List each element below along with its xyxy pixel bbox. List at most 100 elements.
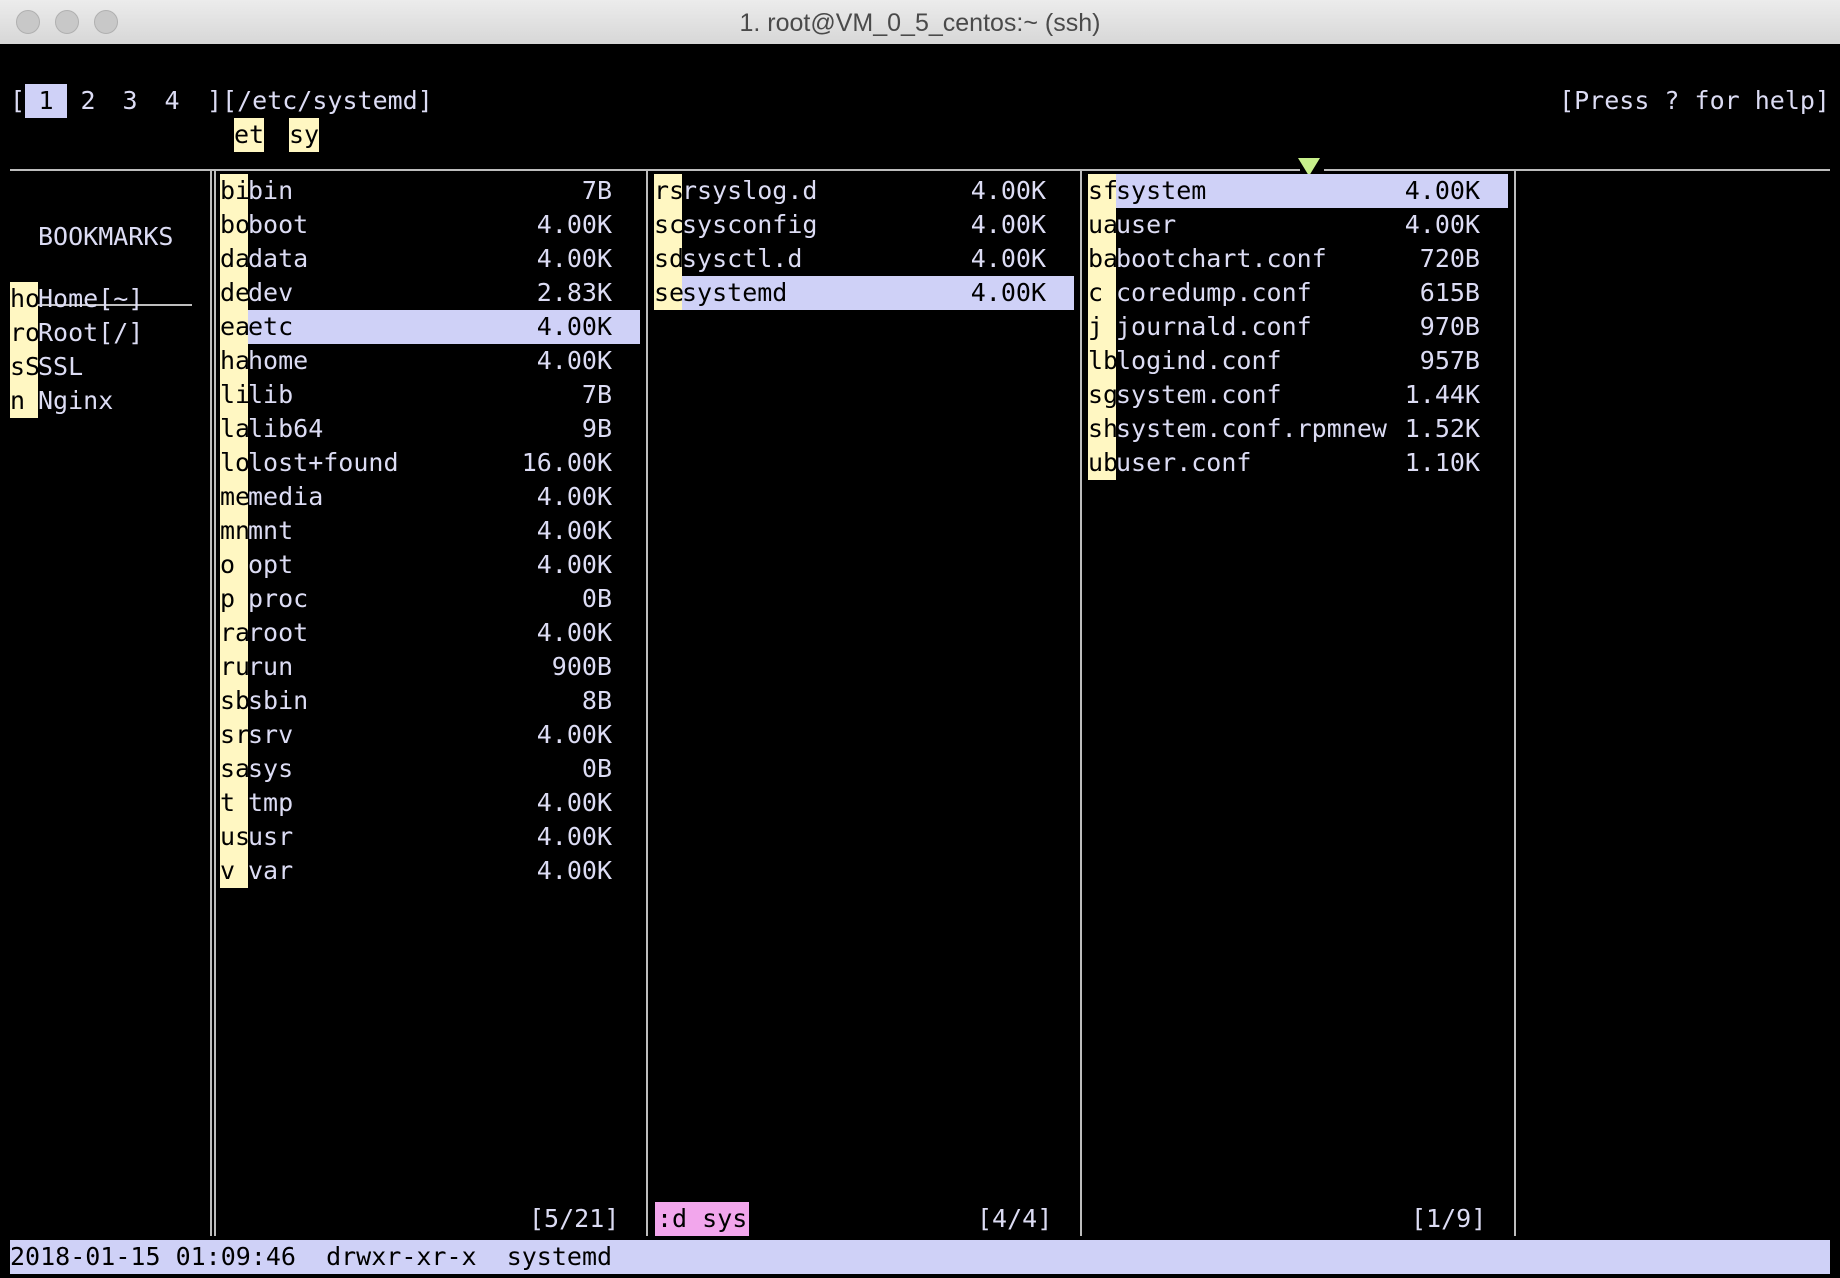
file-row[interactable]: sa sys 0B — [220, 752, 640, 786]
file-row[interactable]: sb sbin 8B — [220, 684, 640, 718]
selected-file-row[interactable]: se systemd 4.00K — [654, 276, 1074, 310]
file-row[interactable]: c coredump.conf 615B — [1088, 276, 1508, 310]
file-key-hint: sh — [1088, 412, 1118, 446]
file-row[interactable]: lb logind.conf 957B — [1088, 344, 1508, 378]
file-key-hint: bo — [220, 208, 250, 242]
file-size: 2.83K — [536, 278, 612, 307]
file-name: usr — [248, 822, 294, 851]
file-name: media — [248, 482, 324, 511]
file-key-hint: ba — [1088, 242, 1118, 276]
current-path: ][/etc/systemd] — [207, 86, 433, 115]
file-row[interactable]: ru run 900B — [220, 650, 640, 684]
file-size: 4.00K — [536, 856, 612, 885]
file-name: coredump.conf — [1116, 278, 1312, 307]
file-row[interactable]: o opt 4.00K — [220, 548, 640, 582]
file-size: 1.52K — [1404, 414, 1480, 443]
bookmark-label: Home[~] — [38, 284, 144, 313]
file-key-hint: sb — [220, 684, 250, 718]
file-row[interactable]: us usr 4.00K — [220, 820, 640, 854]
breadcrumb-hint-etc[interactable]: et — [234, 118, 265, 152]
file-name: sysctl.d — [682, 244, 803, 273]
file-row[interactable]: de dev 2.83K — [220, 276, 640, 310]
file-row[interactable]: sg system.conf 1.44K — [1088, 378, 1508, 412]
column-divider-2 — [646, 170, 648, 1236]
file-size: 7B — [581, 176, 612, 205]
file-name: user — [1116, 210, 1177, 239]
file-name: opt — [248, 550, 294, 579]
tab-4[interactable]: 4 — [151, 84, 193, 118]
bookmark-item[interactable]: n Nginx — [10, 384, 190, 418]
file-name: dev — [248, 278, 294, 307]
tab-2[interactable]: 2 — [67, 84, 109, 118]
file-key-hint: sg — [1088, 378, 1118, 412]
file-key-hint: sc — [654, 208, 684, 242]
window-title: 1. root@VM_0_5_centos:~ (ssh) — [739, 9, 1101, 37]
file-size: 4.00K — [536, 482, 612, 511]
file-size: 4.00K — [536, 788, 612, 817]
file-row[interactable]: me media 4.00K — [220, 480, 640, 514]
file-row[interactable]: li lib 7B — [220, 378, 640, 412]
file-row[interactable]: p proc 0B — [220, 582, 640, 616]
file-row[interactable]: sd sysctl.d 4.00K — [654, 242, 1074, 276]
file-key-hint: se — [654, 276, 684, 310]
selected-file-row[interactable]: sf system 4.00K — [1088, 174, 1508, 208]
file-size: 1.10K — [1404, 448, 1480, 477]
file-row[interactable]: lo lost+found 16.00K — [220, 446, 640, 480]
file-name: rsyslog.d — [682, 176, 818, 205]
file-name: tmp — [248, 788, 294, 817]
bookmark-key-hint: ro — [10, 316, 40, 350]
file-row[interactable]: ha home 4.00K — [220, 344, 640, 378]
file-size: 7B — [581, 380, 612, 409]
bookmark-item[interactable]: ro Root[/] — [10, 316, 190, 350]
file-row[interactable]: da data 4.00K — [220, 242, 640, 276]
file-row[interactable]: sc sysconfig 4.00K — [654, 208, 1074, 242]
file-row[interactable]: bo boot 4.00K — [220, 208, 640, 242]
file-size: 4.00K — [536, 244, 612, 273]
parent-count: [5/21] — [529, 1204, 620, 1233]
file-key-hint: lb — [1088, 344, 1118, 378]
bookmark-label: SSL — [38, 352, 84, 381]
file-row[interactable]: j journald.conf 970B — [1088, 310, 1508, 344]
bookmark-key-hint: ho — [10, 282, 40, 316]
tab-bar: [1 2 3 4 — [10, 84, 193, 118]
bookmark-item[interactable]: sS SSL — [10, 350, 190, 384]
current-count: [4/4] — [977, 1204, 1053, 1233]
file-row[interactable]: ub user.conf 1.10K — [1088, 446, 1508, 480]
selected-file-row[interactable]: ea etc 4.00K — [220, 310, 640, 344]
file-size: 4.00K — [970, 210, 1046, 239]
file-size: 720B — [1419, 244, 1480, 273]
file-size: 1.44K — [1404, 380, 1480, 409]
tab-1[interactable]: 1 — [25, 84, 68, 118]
terminal-content: [1 2 3 4 ][/etc/systemd] [Press ? for help]… — [0, 44, 1840, 1278]
file-name: home — [248, 346, 309, 375]
file-row[interactable]: sh system.conf.rpmnew 1.52K — [1088, 412, 1508, 446]
file-row[interactable]: v var 4.00K — [220, 854, 640, 888]
file-key-hint: sr — [220, 718, 250, 752]
file-size: 4.00K — [1404, 210, 1480, 239]
file-row[interactable]: la lib64 9B — [220, 412, 640, 446]
file-key-hint: ra — [220, 616, 250, 650]
file-row[interactable]: sr srv 4.00K — [220, 718, 640, 752]
file-row[interactable]: ra root 4.00K — [220, 616, 640, 650]
breadcrumb-hint-systemd[interactable]: sy — [289, 118, 320, 152]
file-name: root — [248, 618, 309, 647]
file-key-hint: o — [220, 548, 248, 582]
bookmark-item[interactable]: ho Home[~] — [10, 282, 190, 316]
file-name: systemd — [682, 278, 788, 307]
file-size: 4.00K — [536, 822, 612, 851]
file-name: system — [1116, 176, 1207, 205]
file-row[interactable]: ba bootchart.conf 720B — [1088, 242, 1508, 276]
file-row[interactable]: mn mnt 4.00K — [220, 514, 640, 548]
file-size: 4.00K — [536, 550, 612, 579]
file-row[interactable]: ua user 4.00K — [1088, 208, 1508, 242]
tab-bar-open-bracket: [ — [10, 86, 26, 115]
file-key-hint: rs — [654, 174, 684, 208]
file-size: 957B — [1419, 346, 1480, 375]
file-name: logind.conf — [1116, 346, 1282, 375]
file-row[interactable]: t tmp 4.00K — [220, 786, 640, 820]
column-divider-3 — [1080, 170, 1082, 1236]
tab-3[interactable]: 3 — [109, 84, 151, 118]
file-row[interactable]: rs rsyslog.d 4.00K — [654, 174, 1074, 208]
file-row[interactable]: bi bin 7B — [220, 174, 640, 208]
file-size: 4.00K — [970, 244, 1046, 273]
